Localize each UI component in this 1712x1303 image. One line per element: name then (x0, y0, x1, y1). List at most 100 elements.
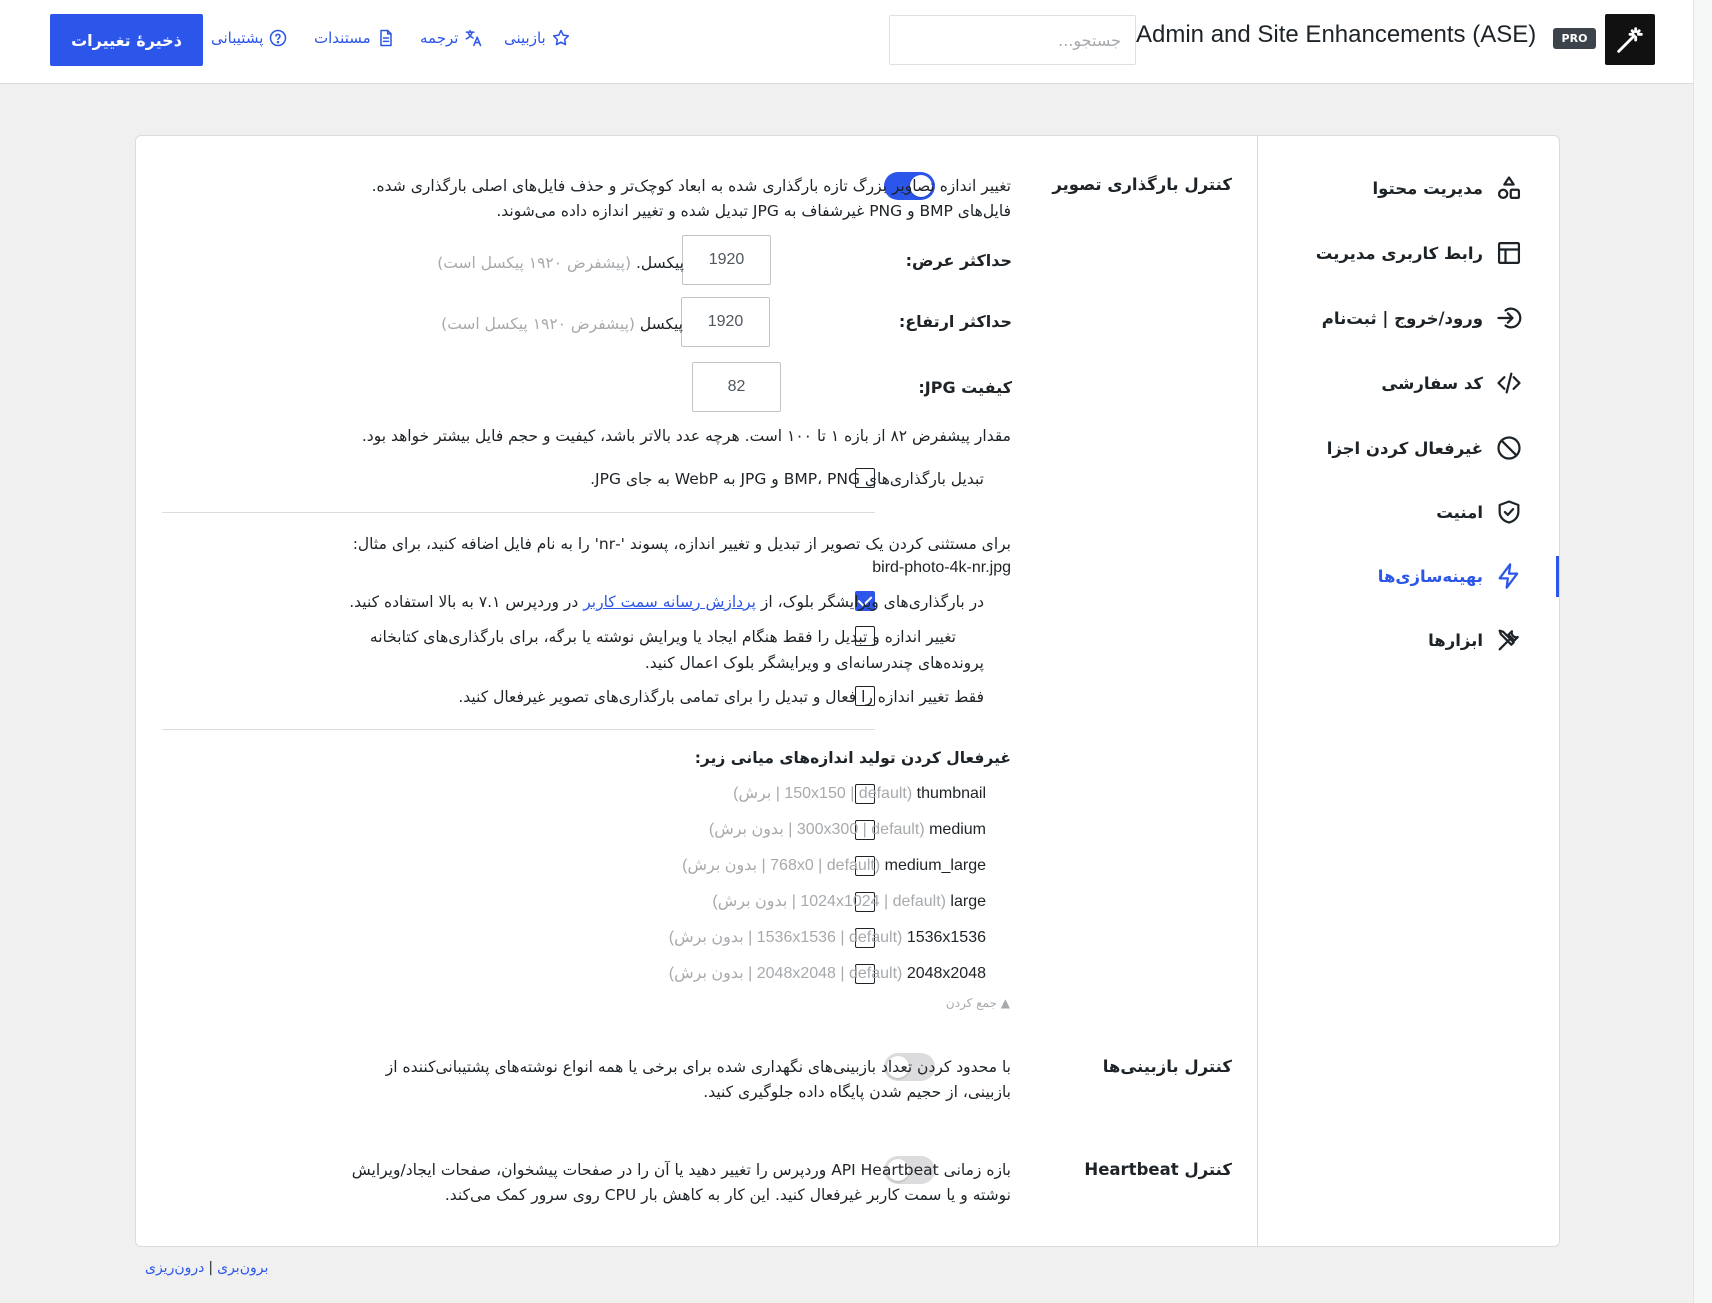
max-height-input[interactable]: 1920 (681, 297, 770, 347)
max-height-label: حداکثر ارتفاع: (898, 312, 1012, 331)
sidebar-item-label: ابزارها (1428, 630, 1483, 650)
size-name: medium_large (884, 857, 986, 874)
webp-conversion-label: تبدیل بارگذاری‌های BMP، PNG و JPG به Web… (590, 470, 984, 488)
client-side-media-link[interactable]: پردازش رسانه سمت کاربر (583, 593, 756, 611)
review-link-label: بازبینی (504, 29, 546, 47)
client-side-suffix: در وردپرس ۷.۱ به بالا استفاده کنید. (349, 593, 579, 611)
collapse-sizes-link[interactable]: ▲ جمع کردن (946, 996, 1010, 1010)
size-medium-large-label: medium_large (768x0 | default | بدون برش… (682, 855, 986, 875)
size-name: thumbnail (916, 785, 986, 802)
max-width-hint: (پیشفرض ۱۹۲۰ پیکسل است) (437, 254, 632, 272)
search-input[interactable] (889, 15, 1136, 65)
footer-links: برون‌بری|درون‌ریزی (145, 1260, 268, 1276)
revisions-desc-line2: بازبینی، از حجیم شدن پایگاه داده جلوگیری… (703, 1083, 1011, 1101)
document-icon (379, 29, 392, 47)
only-resize-label: فقط تغییر اندازه را فعال و تبدیل را برای… (458, 688, 984, 706)
max-width-input[interactable]: 1920 (682, 235, 771, 285)
size-name: 2048x2048 (906, 965, 986, 982)
size-meta: (150x150 | default | برش) (733, 785, 913, 802)
sidebar-item-optimizations[interactable]: بهینه‌سازی‌ها (1378, 558, 1523, 594)
sidebar-item-admin-interface[interactable]: رابط کاربری مدیریت (1316, 235, 1523, 271)
sidebar-item-label: مدیریت محتوا (1372, 178, 1483, 198)
sidebar-item-label: بهینه‌سازی‌ها (1377, 566, 1483, 586)
size-name: large (950, 893, 986, 910)
size-thumbnail-label: thumbnail (150x150 | default | برش) (733, 783, 986, 803)
image-upload-desc-line2: فایل‌های BMP و PNG غیرشفاف به JPG تبدیل … (496, 202, 1011, 220)
size-meta: (1536x1536 | default | بدون برش) (668, 929, 903, 946)
translate-icon (466, 29, 482, 47)
size-meta: (768x0 | default | بدون برش) (682, 857, 881, 874)
docs-link-label: مستندات (314, 29, 371, 47)
star-icon (552, 29, 569, 46)
help-circle-icon (270, 29, 287, 47)
code-icon (1497, 372, 1521, 394)
sidebar-item-utilities[interactable]: ابزارها (1428, 622, 1523, 658)
app-logo (1605, 14, 1655, 65)
exclude-note-example: bird-photo-4k-nr.jpg (872, 559, 1011, 576)
size-1536-label: 1536x1536 (1536x1536 | default | بدون بر… (669, 927, 986, 947)
max-height-unit: پیکسل (پیشفرض ۱۹۲۰ پیکسل است) (441, 312, 683, 336)
max-width-label: حداکثر عرض: (905, 251, 1012, 270)
divider (162, 512, 875, 513)
heartbeat-desc-line1: بازه زمانی API Heartbeat وردپرس را تغییر… (351, 1161, 1011, 1179)
save-changes-button[interactable]: ذخیرهٔ تغییرات (50, 14, 203, 66)
sidebar-item-content-management[interactable]: مدیریت محتوا (1373, 170, 1523, 206)
support-link[interactable]: پشتیبانی (211, 28, 288, 48)
sidebar-item-label: کد سفارشی (1381, 373, 1483, 393)
max-height-hint: (پیشفرض ۱۹۲۰ پیکسل است) (441, 315, 635, 333)
heartbeat-control-title: کنترل Heartbeat (1084, 1160, 1232, 1179)
sidebar-item-label: غیرفعال کردن اجزا (1326, 438, 1483, 458)
support-link-label: پشتیبانی (211, 29, 264, 47)
sidebar-item-disable-components[interactable]: غیرفعال کردن اجزا (1327, 430, 1523, 466)
size-meta: (300x300 | default | بدون برش) (708, 821, 925, 838)
sidebar-item-security[interactable]: امنیت (1436, 494, 1523, 530)
size-meta: (2048x2048 | default | بدون برش) (668, 965, 903, 982)
max-height-unit-text: پیکسل (639, 315, 683, 333)
pro-badge: PRO (1553, 28, 1596, 49)
size-name: medium (929, 821, 986, 838)
sidebar-item-custom-code[interactable]: کد سفارشی (1381, 365, 1523, 401)
size-large-label: large (1024x1024 | default | بدون برش) (712, 891, 986, 911)
size-name: 1536x1536 (906, 929, 986, 946)
layout-icon (1497, 241, 1521, 265)
max-width-unit-text: پیکسل. (635, 254, 684, 272)
size-medium-label: medium (300x300 | default | بدون برش) (709, 819, 986, 839)
jpg-quality-desc: مقدار پیشفرض ۸۲ از بازه ۱ تا ۱۰۰ است. هر… (361, 427, 1011, 445)
revisions-desc-line1: با محدود کردن تعداد بازبینی‌های نگهداری … (385, 1058, 1011, 1076)
translate-link-label: ترجمه (420, 29, 459, 47)
app-title: Admin and Site Enhancements (ASE) (1136, 21, 1537, 48)
login-icon (1497, 307, 1522, 329)
review-link[interactable]: بازبینی (504, 28, 571, 48)
active-nav-indicator (1556, 556, 1559, 597)
export-link[interactable]: برون‌بری (217, 1260, 268, 1276)
shapes-icon (1497, 176, 1521, 200)
sidebar-item-label: ورود/خروج | ثبت‌نام (1321, 308, 1483, 328)
image-upload-desc-line1: تغییر اندازه تصاویر بزرگ تازه بارگذاری ش… (371, 177, 1011, 195)
shield-check-icon (1498, 500, 1520, 524)
footer-separator: | (208, 1260, 214, 1276)
size-meta: (1024x1024 | default | بدون برش) (712, 893, 946, 910)
max-width-unit: پیکسل. (پیشفرض ۱۹۲۰ پیکسل است) (437, 251, 684, 275)
heartbeat-desc-line2: نوشته و یا سمت کاربر غیرفعال کنید. این ک… (444, 1186, 1011, 1204)
intermediate-sizes-heading: غیرفعال کردن تولید اندازه‌های میانی زیر: (694, 749, 1011, 767)
client-side-prefix: در بارگذاری‌های ویرایشگر بلوک، از (760, 593, 984, 611)
bolt-icon (1498, 563, 1519, 589)
translate-link[interactable]: ترجمه (420, 28, 483, 48)
jpg-quality-label: کیفیت JPG: (918, 378, 1012, 397)
settings-sidebar: مدیریت محتوا رابط کاربری مدیریت ورود/خرو… (1257, 136, 1559, 1246)
only-on-post-edit-line1: تغییر اندازه و تبدیل را فقط هنگام ایجاد … (369, 628, 956, 646)
exclude-note-line1: برای مستثنی کردن یک تصویر از تبدیل و تغی… (352, 535, 1011, 553)
magic-wand-icon (1617, 26, 1643, 53)
import-link[interactable]: درون‌ریزی (145, 1260, 204, 1276)
docs-link[interactable]: مستندات (314, 28, 396, 48)
sidebar-item-login-logout[interactable]: ورود/خروج | ثبت‌نام (1322, 300, 1523, 336)
tools-icon (1498, 629, 1519, 651)
image-upload-control-title: کنترل بارگذاری تصویر (1052, 175, 1232, 194)
sidebar-item-label: امنیت (1436, 502, 1483, 522)
revisions-control-title: کنترل بازبینی‌ها (1102, 1057, 1232, 1076)
client-side-processing-label: در بارگذاری‌های ویرایشگر بلوک، از پردازش… (349, 590, 984, 614)
jpg-quality-input[interactable]: 82 (692, 362, 781, 412)
ban-icon (1497, 436, 1521, 460)
page-scrollbar[interactable] (1693, 0, 1712, 1303)
top-bar: ذخیرهٔ تغییرات پشتیبانی مستندات ترجمه با… (0, 0, 1693, 84)
